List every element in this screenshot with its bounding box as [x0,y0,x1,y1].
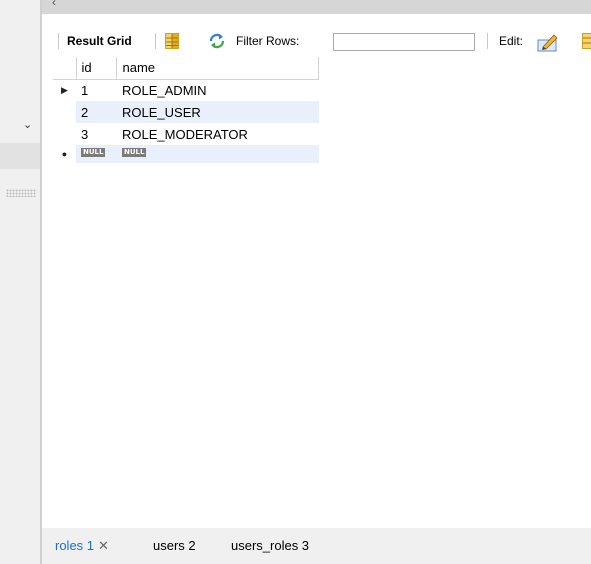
tab-users-roles[interactable]: users_roles 3 [231,537,309,555]
new-row-asterisk-icon[interactable]: ● [53,145,76,163]
left-panel-strip: ⌄ [0,0,40,564]
splitter-grip[interactable] [6,189,36,197]
cell-id[interactable]: 3 [76,123,116,145]
filter-rows-input[interactable] [333,33,475,51]
table-row[interactable]: 2 ROLE_USER [53,101,319,123]
cell-name-null[interactable]: NULL [116,145,319,163]
cell-name[interactable]: ROLE_ADMIN [116,79,319,101]
table-icon[interactable] [582,33,591,49]
filter-rows-label: Filter Rows: [236,34,300,48]
result-grid-tab[interactable]: Result Grid [67,30,132,52]
null-badge: NULL [81,147,106,157]
result-toolbar: Result Grid Filter Rows: Edit: [42,14,591,58]
row-selector[interactable] [53,101,76,123]
panel-band [0,143,40,169]
tab-roles[interactable]: roles 1 ✕ [55,537,109,555]
cell-id[interactable]: 1 [76,79,116,101]
cell-name[interactable]: ROLE_MODERATOR [116,123,319,145]
tab-users[interactable]: users 2 [153,537,196,555]
new-row[interactable]: ● NULL NULL [53,145,319,163]
refresh-icon[interactable] [208,33,226,49]
cell-name[interactable]: ROLE_USER [116,101,319,123]
edit-pencil-icon[interactable] [537,32,559,52]
grid-header-row: id name [53,57,319,80]
toolbar-separator [487,33,488,49]
current-row-arrow-icon[interactable]: ▶ [53,79,76,101]
edit-label: Edit: [499,34,524,48]
null-badge: NULL [122,147,147,157]
cell-id[interactable]: 2 [76,101,116,123]
result-tabs-bar: roles 1 ✕ users 2 users_roles 3 [42,528,591,564]
table-row[interactable]: 3 ROLE_MODERATOR [53,123,319,145]
tab-label: roles 1 [55,538,95,553]
toolbar-separator [58,33,59,49]
table-row[interactable]: ▶ 1 ROLE_ADMIN [53,79,319,101]
cell-id-null[interactable]: NULL [76,145,116,163]
result-grid: id name ▶ 1 ROLE_ADMIN 2 ROLE_USER 3 ROL… [53,57,319,163]
row-selector-header[interactable] [53,57,77,80]
row-selector[interactable] [53,123,76,145]
grid-layout-icon[interactable] [165,33,179,49]
scroll-left-icon[interactable]: ‹ [52,0,56,9]
close-icon[interactable]: ✕ [98,538,109,553]
top-scrollbar[interactable]: ‹ [42,0,591,14]
column-header-id[interactable]: id [76,57,117,80]
chevron-down-icon[interactable]: ⌄ [23,118,32,131]
column-header-name[interactable]: name [116,57,319,80]
vertical-splitter[interactable] [40,0,42,564]
toolbar-separator [155,33,156,49]
